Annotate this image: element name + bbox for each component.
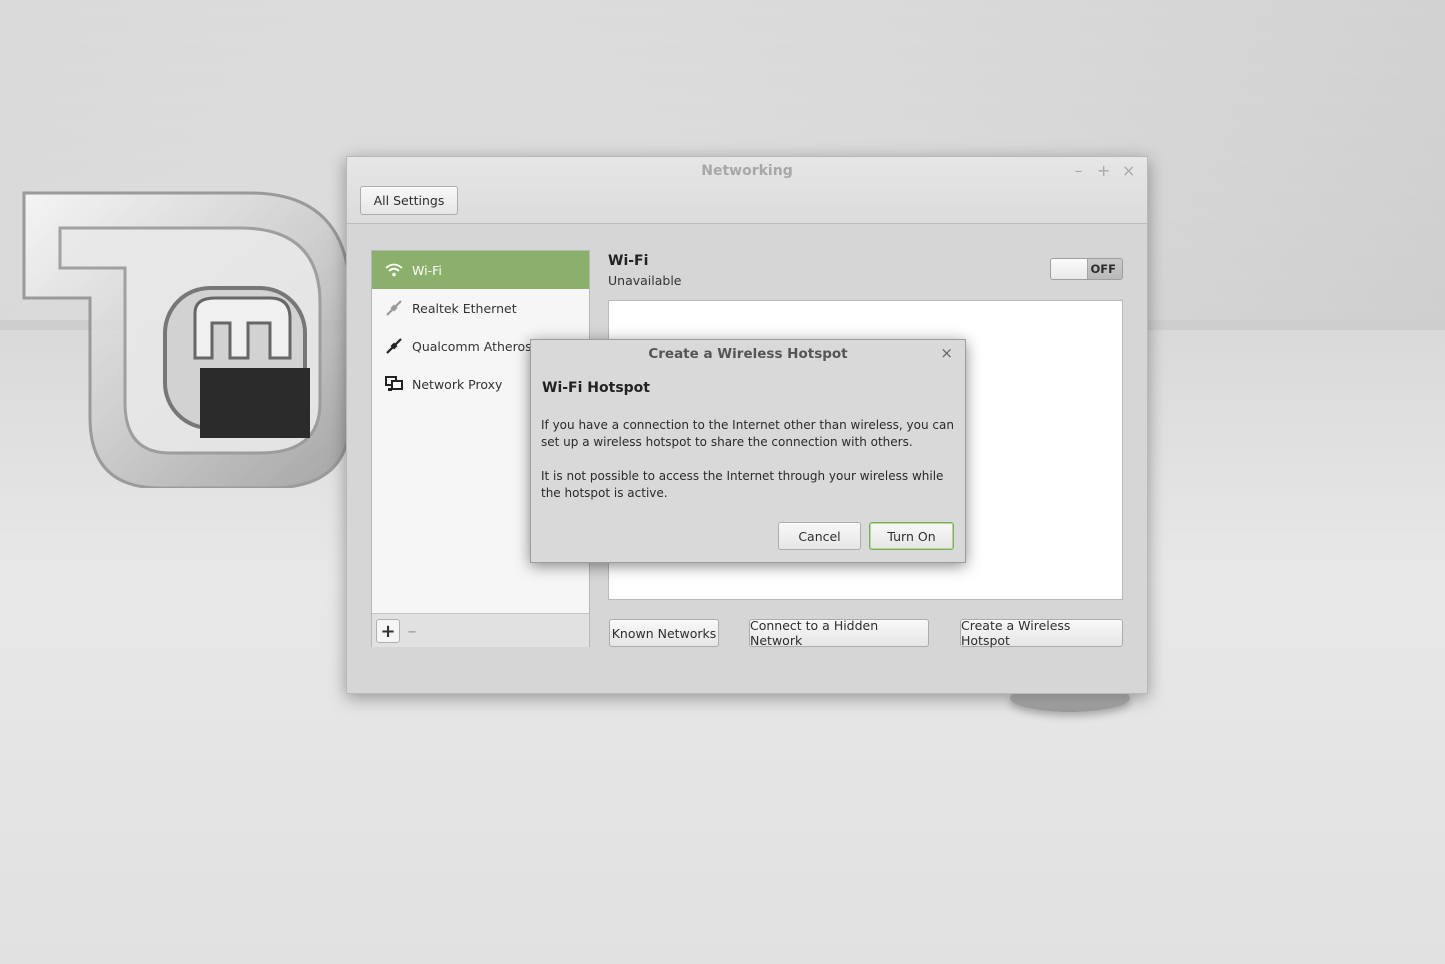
dialog-text-2: It is not possible to access the Interne… <box>541 469 944 500</box>
sidebar-item-label: Realtek Ethernet <box>412 300 517 316</box>
dialog-close-button[interactable]: × <box>940 344 953 362</box>
network-proxy-icon <box>384 374 404 394</box>
remove-connection-button[interactable]: – <box>400 619 424 643</box>
wifi-status: Unavailable <box>608 273 682 288</box>
wifi-icon <box>384 260 404 280</box>
dialog-text-1: If you have a connection to the Internet… <box>541 418 954 449</box>
create-wireless-hotspot-button[interactable]: Create a Wireless Hotspot <box>960 618 1123 648</box>
all-settings-button[interactable]: All Settings <box>360 186 458 215</box>
ethernet-icon <box>384 336 404 356</box>
sidebar-item-label: Qualcomm Atheros E <box>412 338 544 354</box>
titlebar[interactable]: Networking – + × All Settings <box>347 157 1147 224</box>
hotspot-dialog: Create a Wireless Hotspot × Wi-Fi Hotspo… <box>530 339 966 563</box>
minimize-button[interactable]: – <box>1072 161 1085 180</box>
close-button[interactable]: × <box>1122 161 1135 180</box>
toggle-knob <box>1051 259 1088 279</box>
known-networks-button[interactable]: Known Networks <box>609 619 719 647</box>
sidebar-item-wifi[interactable]: Wi-Fi <box>372 251 589 289</box>
dialog-title: Create a Wireless Hotspot <box>648 346 848 362</box>
window-title: Networking <box>701 163 793 179</box>
ethernet-icon <box>384 298 404 318</box>
add-connection-button[interactable]: + <box>376 619 400 643</box>
connect-hidden-network-button[interactable]: Connect to a Hidden Network <box>749 618 929 648</box>
sidebar-item-label: Wi-Fi <box>412 262 442 278</box>
wifi-toggle[interactable]: OFF <box>1050 258 1123 280</box>
list-toolbar: + – <box>372 613 589 647</box>
sidebar-item-label: Network Proxy <box>412 376 503 392</box>
dialog-heading: Wi-Fi Hotspot <box>542 380 650 396</box>
maximize-button[interactable]: + <box>1097 161 1110 180</box>
toggle-label: OFF <box>1090 262 1117 276</box>
turn-on-button[interactable]: Turn On <box>869 522 954 550</box>
window-controls: – + × <box>1072 161 1136 180</box>
wifi-title: Wi-Fi <box>608 253 649 269</box>
mint-logo <box>22 191 350 488</box>
cancel-button[interactable]: Cancel <box>778 522 861 550</box>
sidebar-item-realtek-ethernet[interactable]: Realtek Ethernet <box>372 289 589 327</box>
